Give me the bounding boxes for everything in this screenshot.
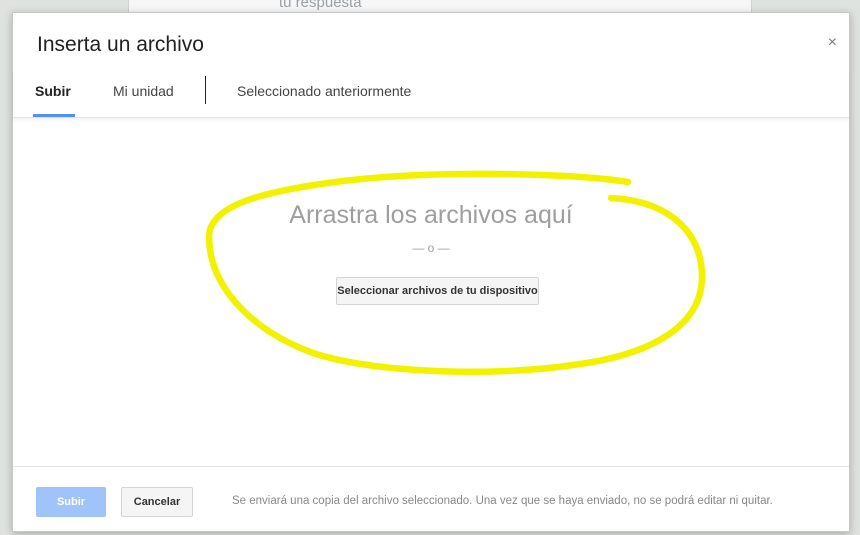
drop-zone[interactable]: Arrastra los archivos aquí — o — Selecci…	[13, 117, 849, 467]
select-files-button[interactable]: Seleccionar archivos de tu dispositivo	[336, 277, 539, 305]
tab-my-drive[interactable]: Mi unidad	[113, 83, 174, 99]
tab-bar: Subir Mi unidad Seleccionado anteriormen…	[13, 71, 849, 118]
insert-file-dialog: Inserta un archivo × Subir Mi unidad Sel…	[12, 12, 850, 532]
cancel-button[interactable]: Cancelar	[121, 487, 193, 517]
tab-previously-selected[interactable]: Seleccionado anteriormente	[237, 83, 411, 99]
footer-note: Se enviará una copia del archivo selecci…	[232, 495, 773, 507]
tab-divider	[205, 76, 206, 104]
drop-zone-title: Arrastra los archivos aquí	[289, 201, 573, 229]
dialog-footer: Subir Cancelar Se enviará una copia del …	[13, 466, 849, 533]
dialog-title: Inserta un archivo	[37, 33, 204, 56]
close-icon[interactable]: ×	[828, 35, 837, 51]
tab-upload[interactable]: Subir	[35, 83, 71, 99]
background-text: tu respuesta	[279, 0, 362, 11]
drop-zone-separator: — o —	[412, 241, 450, 255]
upload-button[interactable]: Subir	[36, 487, 106, 517]
